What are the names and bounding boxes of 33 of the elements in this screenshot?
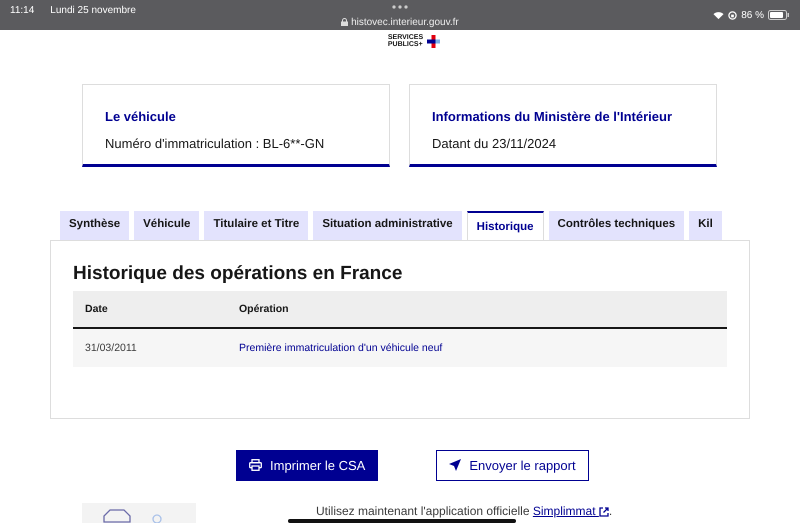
print-button[interactable]: Imprimer le CSA bbox=[236, 450, 378, 482]
address-bar[interactable]: histovec.interieur.gouv.fr bbox=[341, 17, 459, 28]
simplimmat-link[interactable]: Simplimmat bbox=[532, 504, 609, 518]
printer-icon bbox=[249, 459, 262, 472]
tab[interactable]: Situation administrative bbox=[313, 210, 462, 240]
battery-icon bbox=[768, 10, 790, 20]
table-cell-text: 31/03/2011 bbox=[84, 340, 138, 356]
column-header: Opération bbox=[238, 302, 289, 317]
card-title: Le véhicule bbox=[105, 108, 177, 126]
send-button[interactable]: Envoyer le rapport bbox=[436, 450, 589, 482]
footer-text: Utilisez maintenant l'application officielle Simplimmat . bbox=[316, 505, 612, 518]
table-cell[interactable]: Première immatriculation d'un véhicule neuf bbox=[227, 340, 442, 356]
tab[interactable]: Contrôles techniques bbox=[548, 210, 684, 240]
tab[interactable]: Kil bbox=[689, 210, 722, 240]
tab[interactable]: Synthèse bbox=[60, 210, 130, 240]
tab[interactable]: Véhicule bbox=[134, 210, 200, 240]
card-text: Datant du 23/11/2024 bbox=[432, 135, 558, 154]
section-title: Historique des opérations en France bbox=[73, 262, 404, 286]
card-text: Numéro d'immatriculation : BL-6**-GN bbox=[105, 135, 326, 154]
more-icon[interactable] bbox=[392, 4, 408, 10]
orientation-lock-icon bbox=[728, 10, 738, 20]
cross-logo-icon bbox=[427, 34, 440, 48]
wifi-icon bbox=[713, 10, 724, 20]
date-text: Lundi 25 novembre bbox=[50, 4, 136, 18]
card-title: Informations du Ministère de l'Intérieur bbox=[432, 108, 674, 126]
battery-percentage: 86 % bbox=[741, 8, 764, 22]
tab[interactable]: Titulaire et Titre bbox=[204, 210, 308, 240]
clock-time: 11:14 bbox=[10, 4, 34, 18]
column-header: Date bbox=[84, 302, 109, 317]
lock-icon bbox=[341, 18, 348, 26]
tab[interactable]: Historique bbox=[466, 210, 544, 240]
external-link-icon bbox=[598, 507, 609, 518]
send-icon bbox=[449, 459, 462, 472]
